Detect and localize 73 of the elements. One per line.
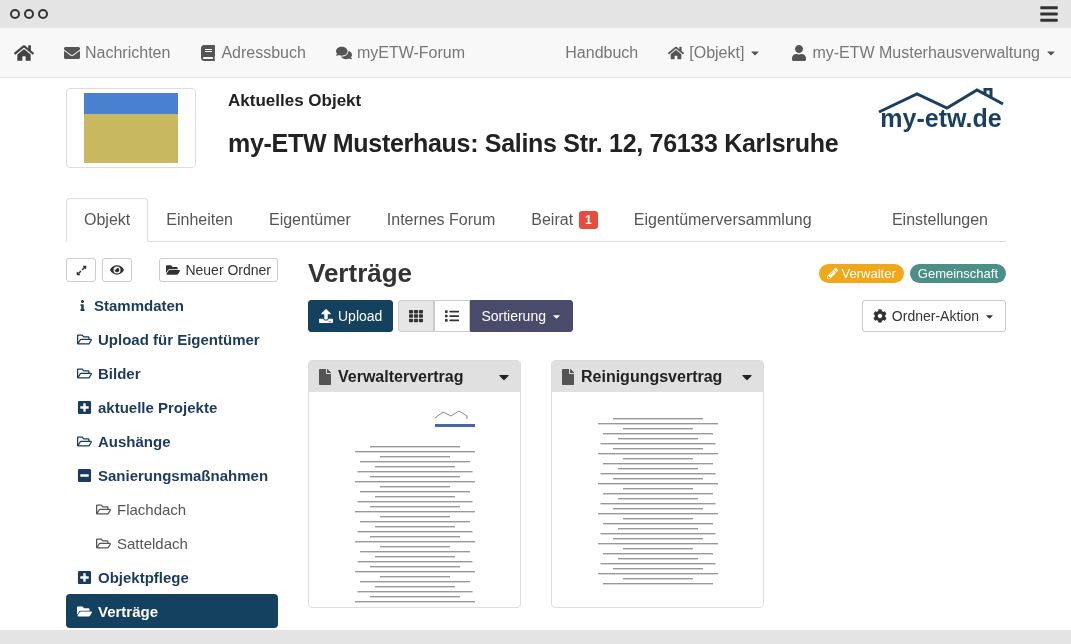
tab[interactable]: Einstellungen (873, 198, 1006, 242)
folder-item[interactable]: Bilder (66, 356, 278, 390)
document-card[interactable]: Reinigungsvertrag (551, 360, 764, 608)
window-dot (24, 9, 34, 19)
tab-label: Eigentümer (268, 211, 351, 229)
pencil-icon (826, 267, 838, 279)
tab[interactable]: Eigentümer (250, 198, 369, 242)
tab-label: Eigentümerversammlung (633, 211, 812, 229)
nav-link[interactable]: my-ETW Musterhausverwaltung (791, 43, 1057, 62)
plus-icon (77, 399, 92, 415)
tab[interactable]: Beirat 1 (513, 198, 616, 242)
tab[interactable]: Internes Forum (368, 198, 514, 242)
folder-item[interactable]: Stammdaten (66, 288, 278, 322)
folder-item[interactable]: Satteldach (66, 526, 278, 560)
page-title: my-ETW Musterhaus: Salins Str. 12, 76133 Karlsruhe (228, 129, 840, 158)
folder-item[interactable]: Objektpflege (66, 560, 278, 594)
list-icon (445, 309, 460, 323)
expand-icon (75, 264, 87, 276)
tab[interactable]: Objekt (66, 198, 149, 242)
document-card[interactable]: Verwaltervertrag (308, 360, 521, 608)
tab[interactable]: Einheiten (148, 198, 251, 242)
window-dot (38, 9, 48, 19)
tab[interactable]: Eigentümerversammlung (615, 198, 830, 242)
tab-label: Beirat (531, 211, 574, 229)
tab-label: Internes Forum (386, 211, 496, 229)
folder-icon (166, 263, 181, 277)
chat-icon (335, 44, 352, 61)
document-title: Verwaltervertrag (338, 367, 464, 386)
folder-item[interactable]: Aushänge (66, 424, 278, 458)
folder-item[interactable]: aktuelle Projekte (66, 390, 278, 424)
user-icon (791, 44, 808, 61)
list-view-button[interactable] (434, 300, 471, 332)
nav-link[interactable]: myETW-Forum (335, 43, 465, 62)
folder-item[interactable]: Sanierungsmaßnahmen (66, 458, 278, 492)
tab-label: Einstellungen (891, 211, 988, 229)
new-folder-button[interactable]: Neuer Ordner (159, 258, 278, 282)
logo: my-etw.de (880, 104, 1002, 133)
sort-dropdown[interactable]: Sortierung (470, 300, 573, 332)
folder-action-dropdown[interactable]: Ordner-Aktion (861, 300, 1006, 332)
grid-icon (409, 309, 424, 323)
tag: Verwalter (818, 263, 904, 283)
menu-icon[interactable] (1039, 4, 1059, 24)
view-button[interactable] (102, 258, 132, 282)
folder-item[interactable]: Verträge (66, 594, 278, 628)
folder-item[interactable]: Upload für Eigentümer (66, 322, 278, 356)
plus-icon (77, 569, 92, 585)
nav-link[interactable]: Handbuch (565, 43, 639, 62)
eye-icon (110, 263, 124, 277)
count-badge: 1 (579, 211, 598, 229)
subtitle: Aktuelles Objekt (228, 91, 363, 111)
tab-label: Einheiten (166, 211, 233, 229)
upload-button[interactable]: Upload (308, 300, 394, 332)
book-icon (200, 44, 217, 61)
info-icon (77, 299, 88, 311)
grid-view-button[interactable] (398, 300, 435, 332)
window-dot (10, 9, 20, 19)
home-icon[interactable] (14, 42, 34, 63)
nav-link[interactable]: Adressbuch (200, 43, 306, 62)
gear-icon (872, 309, 887, 323)
file-icon (560, 368, 576, 385)
upload-icon (319, 309, 333, 323)
nav-link[interactable]: [Objekt] (668, 43, 762, 62)
nav-link[interactable]: Nachrichten (64, 43, 171, 62)
expand-button[interactable] (66, 258, 96, 282)
folder-item[interactable]: Flachdach (66, 492, 278, 526)
envelope-icon (64, 44, 80, 61)
folder-title: Verträge (308, 257, 413, 289)
document-title: Reinigungsvertrag (581, 367, 723, 386)
file-icon (317, 368, 333, 385)
tag: Gemeinschaft (909, 263, 1006, 283)
tab-label: Objekt (84, 211, 131, 229)
minus-icon (77, 467, 92, 483)
home-icon (668, 44, 685, 61)
